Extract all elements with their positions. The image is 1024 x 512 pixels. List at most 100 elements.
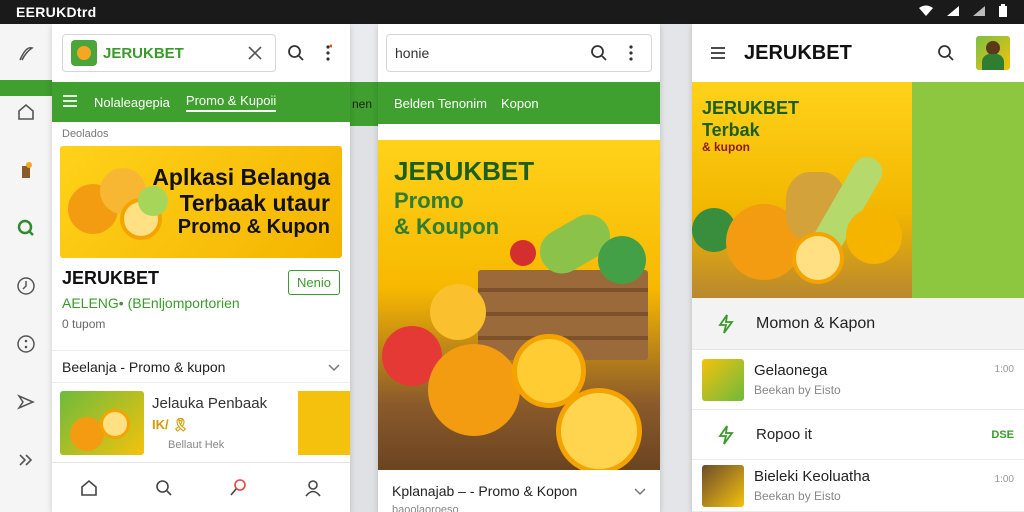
hero-subtitle: Promo & Koupon	[394, 188, 499, 240]
search-input[interactable]: JERUKBET	[62, 34, 276, 72]
banner-line-2: Terbaak utaur	[179, 190, 330, 216]
left-rail	[0, 24, 52, 512]
nav-tab-2[interactable]: Promo & Kupoii	[185, 93, 277, 112]
search-icon[interactable]	[284, 41, 308, 65]
trash-icon[interactable]	[14, 158, 38, 182]
status-app-name: EERUKDtrd	[16, 4, 97, 20]
banner-title: Aplkasi Belanga Terbaak utaur	[152, 164, 330, 216]
category-sub: baoolaoroeso	[392, 504, 459, 512]
panel1-nav-bar: Nolaleagepia Promo & Kupoii	[52, 82, 350, 122]
panel2-header: honie	[378, 24, 660, 82]
status-bar: EERUKDtrd	[0, 0, 1024, 24]
banner-line-3: Promo & Kupon	[177, 216, 330, 238]
pen-icon[interactable]	[14, 42, 38, 66]
search-input[interactable]: honie	[386, 34, 652, 72]
list-item[interactable]: Bieleki Keoluatha Beekan by Eisto 1:00	[692, 460, 1024, 512]
panel2-nav-bar: Belden Tenonim Kopon	[378, 82, 660, 124]
list-item-meta: 1:00	[994, 364, 1014, 375]
menu-row[interactable]: Momon & Kapon	[692, 298, 1024, 350]
search-icon[interactable]	[587, 41, 611, 65]
category-label: Kplanajab – - Promo & Kopon	[392, 483, 578, 499]
brand-logo-icon	[71, 40, 97, 66]
product-title: Jelauka Penbaak	[152, 395, 268, 412]
nav-tab-1[interactable]: Belden Tenonim	[394, 96, 487, 111]
more-circle-icon[interactable]	[14, 332, 38, 356]
list-item-title: Ropoo it	[756, 426, 812, 443]
send-icon[interactable]	[14, 390, 38, 414]
app-title: JERUKBET	[744, 41, 852, 64]
tomato-image	[510, 240, 536, 266]
product-sub: Bellaut Hek	[168, 439, 225, 451]
rail-accent-strip	[0, 80, 52, 96]
store-profile: JERUKBET AELENG• (BEnljomportorien 0 tup…	[52, 258, 350, 350]
category-row[interactable]: Beelanja - Promo & kupon	[52, 350, 350, 382]
store-subtitle: AELENG• (BEnljomportorien	[62, 295, 240, 311]
banner-sub-2: & kupon	[702, 140, 750, 154]
product-meta: IK/ 🎗	[152, 417, 189, 432]
close-icon[interactable]	[243, 41, 267, 65]
promo-hero-banner[interactable]: JERUKBET Promo & Koupon	[378, 140, 660, 470]
banner-line-1: Aplkasi Belanga	[152, 164, 330, 190]
more-vert-icon[interactable]	[316, 41, 340, 65]
store-count: 0 tupom	[62, 317, 106, 331]
next-card-thumbnail	[298, 391, 350, 455]
list-item-title: Bieleki Keoluatha	[754, 468, 870, 485]
orange-image-2	[846, 208, 902, 264]
green-side-panel	[912, 82, 1024, 298]
menu-icon[interactable]	[706, 41, 730, 65]
breadcrumb: Deolados	[62, 128, 109, 140]
promo-banner[interactable]: Aplkasi Belanga Terbaak utaur Promo & Ku…	[60, 146, 342, 258]
search-brand-text: JERUKBET	[103, 44, 184, 62]
background-nav-text: nen	[352, 97, 373, 111]
avatar[interactable]	[976, 36, 1010, 70]
signal-icon	[946, 5, 960, 20]
background-area	[350, 126, 378, 512]
list-item[interactable]: Gelaonega Beekan by Eisto 1:00	[692, 350, 1024, 410]
pin-icon[interactable]	[226, 476, 250, 500]
banner-headline: JERUKBET	[702, 98, 800, 118]
nav-tab-1[interactable]: Nolaleagepia	[94, 95, 170, 110]
app-panel-2: honie Belden Tenonim Kopon JERUKBET Prom…	[378, 24, 660, 512]
list-item-title: Gelaonega	[754, 362, 828, 379]
orange-slice-image	[792, 232, 844, 284]
chevron-down-icon[interactable]	[634, 483, 646, 499]
more-vert-icon[interactable]	[619, 41, 643, 65]
hero-sub-2: & Koupon	[394, 214, 500, 239]
signal-icon-2	[972, 5, 986, 20]
hero-sub-1: Promo	[394, 188, 464, 213]
menu-button[interactable]: Nenio	[288, 270, 340, 295]
background-area-2	[660, 24, 692, 512]
search-app-icon[interactable]	[14, 216, 38, 240]
list-item-meta: DSE	[991, 428, 1014, 441]
hero-headline: JERUKBET	[394, 156, 535, 186]
menu-icon[interactable]	[62, 94, 78, 110]
profile-icon[interactable]	[301, 476, 325, 500]
home-icon[interactable]	[14, 100, 38, 124]
banner-sub-1: Terbak	[702, 120, 760, 140]
nav-tab-2[interactable]: Kopon	[501, 96, 539, 111]
wifi-icon	[918, 5, 934, 20]
list-item-sub: Beekan by Eisto	[754, 489, 841, 503]
search-icon[interactable]	[152, 476, 176, 500]
bottom-nav	[52, 462, 350, 512]
panel1-header: JERUKBET	[52, 24, 350, 82]
orange-slice-image-2	[556, 388, 642, 470]
app-panel-1: JERUKBET Nolaleagepia Promo & Kupoii Deo…	[52, 24, 350, 512]
search-text: honie	[395, 45, 430, 61]
list-item[interactable]: Ropoo it DSE	[692, 410, 1024, 460]
list-item-meta: 1:00	[994, 474, 1014, 485]
home-icon[interactable]	[77, 476, 101, 500]
list-item-thumbnail	[702, 464, 744, 507]
search-icon[interactable]	[934, 41, 958, 65]
double-chevron-icon[interactable]	[14, 448, 38, 472]
chevron-down-icon[interactable]	[328, 359, 340, 375]
bolt-icon	[714, 312, 738, 336]
product-thumbnail	[60, 391, 144, 455]
category-label: Beelanja - Promo & kupon	[62, 358, 226, 375]
clock-icon[interactable]	[14, 274, 38, 298]
promo-banner[interactable]: JERUKBET Terbak & kupon	[692, 82, 912, 298]
lime-image	[598, 236, 646, 284]
bolt-icon	[714, 423, 738, 447]
product-card[interactable]: Jelauka Penbaak IK/ 🎗 Bellaut Hek	[52, 382, 350, 458]
battery-icon	[998, 3, 1008, 21]
